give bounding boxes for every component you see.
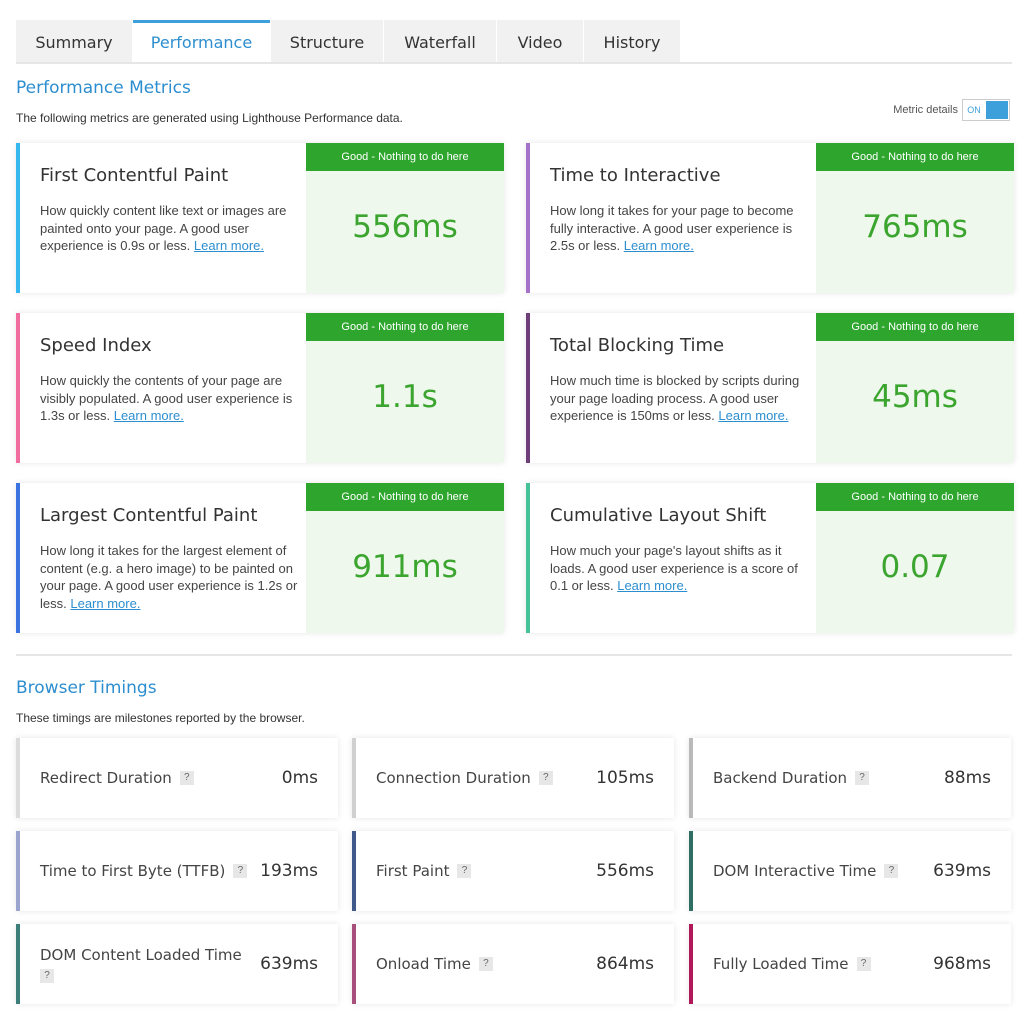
metric-card-cls: Cumulative Layout Shift How much your pa… bbox=[526, 483, 1014, 633]
metric-grade-panel: Good - Nothing to do here 911ms bbox=[306, 483, 504, 633]
timing-card-ttfb: Time to First Byte (TTFB)? 193ms bbox=[16, 831, 338, 911]
metric-title: First Contentful Paint bbox=[40, 165, 229, 186]
help-icon[interactable]: ? bbox=[179, 771, 194, 785]
tab-history[interactable]: History bbox=[584, 20, 680, 62]
timing-value: 88ms bbox=[943, 768, 991, 788]
metric-value: 911ms bbox=[352, 549, 458, 585]
tab-performance[interactable]: Performance bbox=[133, 20, 270, 62]
timing-value: 639ms bbox=[260, 954, 318, 974]
timing-value: 968ms bbox=[933, 954, 991, 974]
timing-card-fully-loaded: Fully Loaded Time? 968ms bbox=[689, 924, 1011, 1004]
timing-value: 0ms bbox=[281, 768, 318, 788]
help-icon[interactable]: ? bbox=[478, 957, 493, 971]
timing-label: Connection Duration? bbox=[376, 738, 553, 818]
timing-value: 864ms bbox=[596, 954, 654, 974]
tabs-divider bbox=[16, 62, 1012, 64]
performance-metrics-description: The following metrics are generated usin… bbox=[16, 111, 403, 125]
help-icon[interactable]: ? bbox=[40, 968, 54, 983]
help-icon[interactable]: ? bbox=[457, 864, 472, 878]
toggle-on-text: ON bbox=[967, 105, 981, 115]
metric-value: 765ms bbox=[862, 209, 968, 245]
metric-card-speed-index: Speed Index How quickly the contents of … bbox=[16, 313, 504, 463]
learn-more-link[interactable]: Learn more. bbox=[624, 238, 694, 253]
help-icon[interactable]: ? bbox=[855, 771, 870, 785]
metric-card-fcp: First Contentful Paint How quickly conte… bbox=[16, 143, 504, 293]
tab-waterfall[interactable]: Waterfall bbox=[384, 20, 496, 62]
metric-grade-panel: Good - Nothing to do here 45ms bbox=[816, 313, 1014, 463]
metric-title: Total Blocking Time bbox=[550, 335, 725, 356]
metric-grade-panel: Good - Nothing to do here 556ms bbox=[306, 143, 504, 293]
metric-grade-panel: Good - Nothing to do here 765ms bbox=[816, 143, 1014, 293]
metric-details-toggle[interactable]: ON bbox=[962, 99, 1010, 121]
metric-grade-panel: Good - Nothing to do here 1.1s bbox=[306, 313, 504, 463]
timing-card-onload: Onload Time? 864ms bbox=[352, 924, 674, 1004]
timing-card-dom-interactive: DOM Interactive Time? 639ms bbox=[689, 831, 1011, 911]
learn-more-link[interactable]: Learn more. bbox=[70, 596, 140, 611]
metric-title: Cumulative Layout Shift bbox=[550, 505, 767, 526]
metric-card-tti: Time to Interactive How long it takes fo… bbox=[526, 143, 1014, 293]
grade-badge: Good - Nothing to do here bbox=[816, 313, 1014, 341]
browser-timings-description: These timings are milestones reported by… bbox=[16, 711, 305, 725]
grade-badge: Good - Nothing to do here bbox=[306, 313, 504, 341]
learn-more-link[interactable]: Learn more. bbox=[194, 238, 264, 253]
help-icon[interactable]: ? bbox=[538, 771, 553, 785]
metric-description: How much time is blocked by scripts duri… bbox=[550, 373, 800, 423]
timing-label: Backend Duration? bbox=[713, 738, 870, 818]
learn-more-link[interactable]: Learn more. bbox=[718, 408, 788, 423]
metric-description: How long it takes for your page to becom… bbox=[550, 203, 794, 253]
metric-title: Time to Interactive bbox=[550, 165, 721, 186]
timing-card-first-paint: First Paint? 556ms bbox=[352, 831, 674, 911]
help-icon[interactable]: ? bbox=[233, 864, 248, 878]
metric-card-tbt: Total Blocking Time How much time is blo… bbox=[526, 313, 1014, 463]
tab-structure[interactable]: Structure bbox=[271, 20, 383, 62]
timing-card-redirect: Redirect Duration? 0ms bbox=[16, 738, 338, 818]
metric-value: 1.1s bbox=[372, 379, 438, 415]
metric-card-lcp: Largest Contentful Paint How long it tak… bbox=[16, 483, 504, 633]
timing-label: DOM Content Loaded Time? bbox=[40, 946, 242, 983]
section-divider bbox=[16, 654, 1012, 656]
learn-more-link[interactable]: Learn more. bbox=[114, 408, 184, 423]
timing-value: 639ms bbox=[933, 861, 991, 881]
timing-label: First Paint? bbox=[376, 831, 472, 911]
grade-badge: Good - Nothing to do here bbox=[306, 483, 504, 511]
learn-more-link[interactable]: Learn more. bbox=[617, 578, 687, 593]
timing-label: DOM Interactive Time? bbox=[713, 831, 899, 911]
timing-card-backend: Backend Duration? 88ms bbox=[689, 738, 1011, 818]
timing-value: 556ms bbox=[596, 861, 654, 881]
metric-value: 556ms bbox=[352, 209, 458, 245]
timing-label: Time to First Byte (TTFB)? bbox=[40, 831, 248, 911]
metric-details-label: Metric details bbox=[893, 104, 958, 116]
help-icon[interactable]: ? bbox=[884, 864, 899, 878]
metric-title: Largest Contentful Paint bbox=[40, 505, 258, 526]
metric-value: 45ms bbox=[872, 379, 958, 415]
grade-badge: Good - Nothing to do here bbox=[816, 483, 1014, 511]
timing-label: Fully Loaded Time? bbox=[713, 924, 871, 1004]
grade-badge: Good - Nothing to do here bbox=[816, 143, 1014, 171]
browser-timings-title: Browser Timings bbox=[16, 678, 157, 698]
metric-details-toggle-group: Metric details ON bbox=[893, 99, 1010, 121]
metric-description: How quickly the contents of your page ar… bbox=[40, 373, 293, 423]
timing-card-connection: Connection Duration? 105ms bbox=[352, 738, 674, 818]
help-icon[interactable]: ? bbox=[856, 957, 871, 971]
timing-value: 105ms bbox=[596, 768, 654, 788]
metric-title: Speed Index bbox=[40, 335, 152, 356]
metric-grade-panel: Good - Nothing to do here 0.07 bbox=[816, 483, 1014, 633]
metric-description: How much your page's layout shifts as it… bbox=[550, 543, 798, 593]
tab-bar: Summary Performance Structure Waterfall … bbox=[16, 20, 681, 62]
tab-video[interactable]: Video bbox=[497, 20, 583, 62]
toggle-knob bbox=[986, 101, 1008, 119]
metric-value: 0.07 bbox=[880, 549, 950, 585]
performance-metrics-title: Performance Metrics bbox=[16, 78, 191, 98]
metric-description: How quickly content like text or images … bbox=[40, 203, 287, 253]
tab-summary[interactable]: Summary bbox=[16, 20, 132, 62]
timing-card-dom-content-loaded: DOM Content Loaded Time? 639ms bbox=[16, 924, 338, 1004]
timing-label: Onload Time? bbox=[376, 924, 493, 1004]
timing-value: 193ms bbox=[260, 861, 318, 881]
metric-description: How long it takes for the largest elemen… bbox=[40, 543, 298, 611]
grade-badge: Good - Nothing to do here bbox=[306, 143, 504, 171]
timing-label: Redirect Duration? bbox=[40, 738, 194, 818]
